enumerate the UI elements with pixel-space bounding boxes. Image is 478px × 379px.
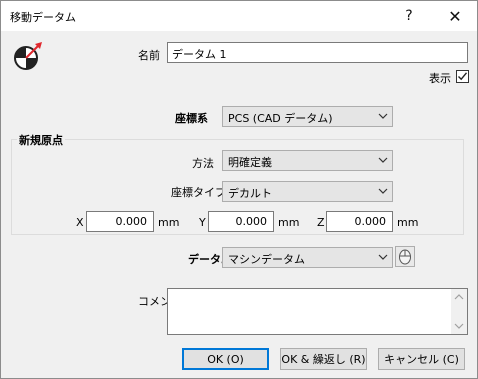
method-label: 方法 xyxy=(192,157,214,170)
titlebar: 移動データム ? ✕ xyxy=(1,1,477,31)
coord-type-value: デカルト xyxy=(228,187,272,200)
method-select[interactable]: 明確定義 xyxy=(222,150,393,171)
x-field[interactable]: 0.000 xyxy=(86,211,154,232)
chevron-down-icon xyxy=(378,188,388,194)
cancel-button[interactable]: キャンセル (C) xyxy=(378,348,465,370)
datum-move-icon xyxy=(14,42,42,70)
help-button[interactable]: ? xyxy=(387,1,431,31)
dialog-window: 移動データム ? ✕ 名前 データム 1 表示 座標系 PCS (CAD データ… xyxy=(0,0,478,379)
pick-datum-button[interactable] xyxy=(395,246,415,267)
comment-scrollbar[interactable] xyxy=(451,289,467,334)
z-label: Z xyxy=(317,216,325,229)
y-label: Y xyxy=(199,216,206,229)
coord-system-value: PCS (CAD データム) xyxy=(228,112,333,125)
scroll-up-icon[interactable] xyxy=(451,291,467,303)
datum-select[interactable]: マシンデータム xyxy=(222,247,393,268)
y-unit: mm xyxy=(278,216,300,229)
close-button[interactable]: ✕ xyxy=(433,1,477,31)
comment-textarea[interactable] xyxy=(167,288,468,335)
name-input[interactable]: データム 1 xyxy=(167,42,468,63)
name-label: 名前 xyxy=(138,49,160,62)
chevron-down-icon xyxy=(378,254,388,260)
check-icon xyxy=(458,72,468,81)
scroll-down-icon[interactable] xyxy=(451,320,467,332)
window-title: 移動データム xyxy=(10,11,76,24)
show-checkbox[interactable] xyxy=(456,70,469,83)
method-value: 明確定義 xyxy=(228,156,272,169)
z-field[interactable]: 0.000 xyxy=(326,211,393,232)
chevron-down-icon xyxy=(378,113,388,119)
ok-repeat-button[interactable]: OK & 繰返し (R) xyxy=(280,348,367,370)
coord-type-select[interactable]: デカルト xyxy=(222,181,393,202)
mouse-icon xyxy=(399,249,411,265)
chevron-down-icon xyxy=(378,157,388,163)
x-unit: mm xyxy=(158,216,180,229)
y-field[interactable]: 0.000 xyxy=(208,211,274,232)
z-unit: mm xyxy=(397,216,419,229)
coord-type-label: 座標タイプ xyxy=(171,186,226,199)
show-label: 表示 xyxy=(429,72,451,85)
coord-system-label: 座標系 xyxy=(175,112,208,125)
datum-value: マシンデータム xyxy=(228,253,305,266)
ok-button[interactable]: OK (O) xyxy=(182,348,269,370)
coord-system-select[interactable]: PCS (CAD データム) xyxy=(222,106,393,127)
new-origin-title: 新規原点 xyxy=(17,132,65,148)
x-label: X xyxy=(76,216,84,229)
